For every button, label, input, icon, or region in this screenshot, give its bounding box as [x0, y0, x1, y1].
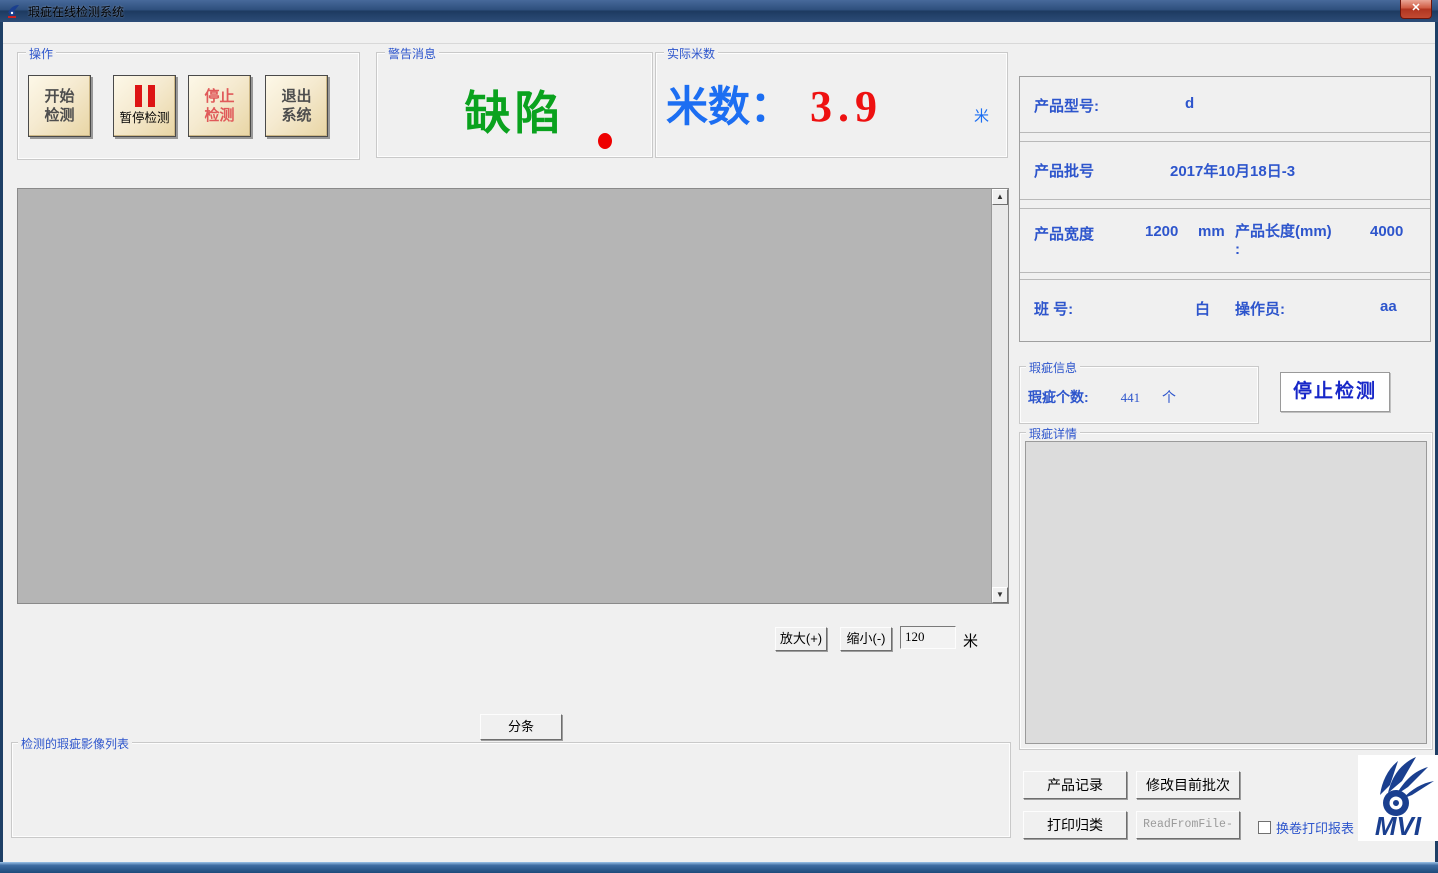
exit-system-button[interactable]: 退出 系统 — [265, 75, 328, 137]
defect-info-group-label: 瑕疵信息 — [1026, 359, 1080, 376]
pause-detect-button[interactable]: 暂停检测 — [113, 75, 176, 137]
defect-detail-group: 瑕疵详情 — [1019, 432, 1433, 750]
zoom-in-button[interactable]: 放大(+) — [775, 627, 827, 651]
defect-count-value: 441 — [1121, 390, 1141, 405]
warning-dot-icon — [598, 133, 612, 149]
length-unit-label: 米 — [963, 630, 978, 651]
defect-images-group: 检测的瑕疵影像列表 — [11, 742, 1011, 838]
shift-value: 白 — [1195, 298, 1210, 319]
product-model-row: 产品型号: d — [1020, 77, 1430, 133]
mvi-logo: MVI — [1358, 755, 1438, 841]
product-length-label: 产品长度(mm) : — [1235, 223, 1332, 259]
scroll-up-icon[interactable]: ▲ — [992, 189, 1008, 205]
roll-print-checkbox-row: 换卷打印报表 — [1258, 818, 1354, 837]
roll-print-checkbox-label: 换卷打印报表 — [1276, 818, 1354, 837]
scroll-down-icon[interactable]: ▼ — [992, 587, 1008, 603]
length-input[interactable]: 120 — [900, 626, 956, 649]
product-model-value: d — [1185, 95, 1194, 112]
warning-group-label: 警告消息 — [385, 45, 439, 62]
shift-label: 班 号: — [1034, 298, 1073, 319]
operator-value: aa — [1380, 298, 1397, 315]
operation-group-label: 操作 — [26, 45, 56, 62]
menu-bar — [3, 22, 1435, 44]
defect-detail-group-label: 瑕疵详情 — [1026, 425, 1080, 442]
defect-count-label: 瑕疵个数: — [1028, 389, 1089, 405]
meters-unit: 米 — [974, 105, 989, 126]
product-length-value: 4000 — [1370, 223, 1403, 240]
product-batch-row: 产品批号 2017年10月18日-3 — [1020, 142, 1430, 200]
zoom-out-button[interactable]: 缩小(-) — [840, 627, 892, 651]
modify-batch-button[interactable]: 修改目前批次 — [1136, 771, 1240, 799]
meters-group-label: 实际米数 — [664, 45, 718, 62]
meters-group: 实际米数 米数： 3.9 米 — [655, 52, 1008, 158]
product-width-label: 产品宽度 — [1034, 223, 1094, 244]
operation-group: 操作 开始 检测 暂停检测 停止 检测 退出 系统 — [17, 52, 360, 160]
meters-value: 3.9 — [810, 81, 883, 132]
meters-label: 米数： — [666, 73, 792, 134]
read-from-file-button: ReadFromFile-SIM — [1136, 811, 1240, 839]
product-record-button[interactable]: 产品记录 — [1023, 771, 1127, 799]
warning-text: 缺陷 — [377, 77, 652, 143]
warning-group: 警告消息 缺陷 — [376, 52, 653, 158]
app-logo-icon — [6, 4, 22, 18]
defect-detail-table — [1025, 441, 1427, 744]
product-width-value: 1200 — [1145, 223, 1178, 240]
product-size-row: 产品宽度 1200 mm 产品长度(mm) : 4000 — [1020, 209, 1430, 273]
window-title: 瑕疵在线检测系统 — [28, 3, 124, 20]
basic-info-box: 产品型号: d 产品批号 2017年10月18日-3 产品宽度 1200 mm … — [1019, 76, 1431, 342]
operator-label: 操作员: — [1235, 298, 1285, 319]
product-width-unit: mm — [1198, 223, 1225, 240]
mvi-logo-text: MVI — [1375, 811, 1422, 841]
chart-scrollbar[interactable]: ▲ ▼ — [991, 189, 1008, 603]
close-button[interactable]: ✕ — [1400, 0, 1432, 19]
defect-count-unit: 个 — [1162, 389, 1176, 405]
strip-button[interactable]: 分条 — [480, 714, 562, 740]
print-sort-button[interactable]: 打印归类 — [1023, 811, 1127, 839]
product-batch-value: 2017年10月18日-3 — [1170, 160, 1295, 181]
app-window: 瑕疵在线检测系统 ✕ 操作 开始 检测 暂停检测 停止 检测 退出 系统 警告消… — [0, 0, 1438, 873]
roll-print-checkbox[interactable] — [1258, 821, 1271, 834]
product-batch-label: 产品批号 — [1034, 160, 1094, 181]
right-panel: 产品型号: d 产品批号 2017年10月18日-3 产品宽度 1200 mm … — [1015, 50, 1436, 842]
info-tabs — [1015, 50, 1436, 70]
status-bar — [3, 843, 1435, 862]
pause-detect-label: 暂停检测 — [119, 110, 169, 126]
stop-detect-button-right[interactable]: 停止检测 — [1280, 372, 1390, 412]
shift-operator-row: 班 号: 白 操作员: aa — [1020, 280, 1430, 335]
defect-info-group: 瑕疵信息 瑕疵个数: 441 个 — [1019, 366, 1259, 424]
stop-detect-button[interactable]: 停止 检测 — [188, 75, 251, 137]
defect-images-group-label: 检测的瑕疵影像列表 — [18, 735, 132, 752]
pause-icon — [135, 85, 155, 107]
title-bar: 瑕疵在线检测系统 ✕ — [0, 0, 1438, 22]
window-bottom-edge — [0, 862, 1438, 873]
distribution-chart-area: ▲ ▼ — [17, 188, 1009, 604]
start-detect-button[interactable]: 开始 检测 — [28, 75, 91, 137]
product-model-label: 产品型号: — [1034, 95, 1099, 116]
